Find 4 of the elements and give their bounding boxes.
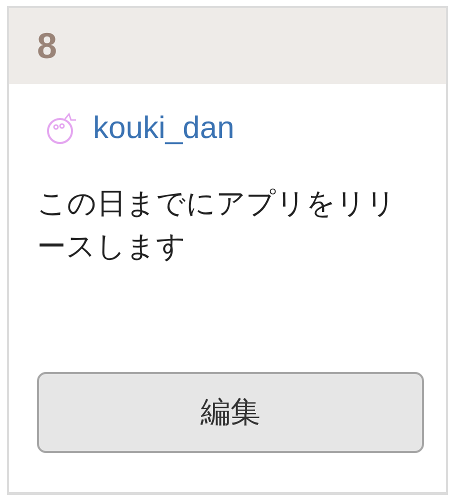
username-link[interactable]: kouki_dan — [93, 110, 234, 146]
edit-button[interactable]: 編集 — [37, 372, 424, 453]
day-number: 8 — [37, 25, 58, 67]
entry-text: この日までにアプリをリリースします — [37, 185, 397, 265]
